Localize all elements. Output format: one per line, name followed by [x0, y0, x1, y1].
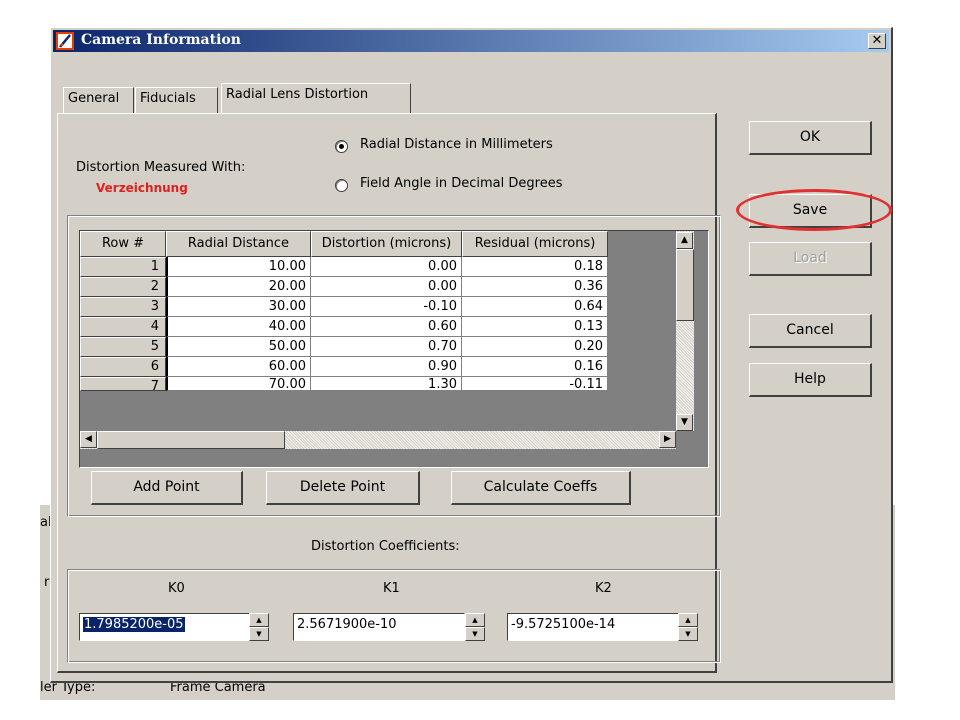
k2-input[interactable]: -9.5725100e-14 — [507, 613, 679, 641]
radio-millimeters-label[interactable]: Radial Distance in Millimeters — [360, 137, 553, 152]
k0-label: K0 — [168, 581, 185, 596]
cell-radial-distance[interactable]: 70.00 — [166, 377, 311, 391]
delete-point-button[interactable]: Delete Point — [266, 471, 420, 505]
radio-millimeters[interactable] — [335, 140, 348, 153]
ok-button[interactable]: OK — [749, 121, 872, 155]
k0-spin-up-button[interactable]: ▲ — [249, 613, 269, 627]
tab-fiducials[interactable]: Fiducials — [135, 87, 218, 113]
cell-radial-distance[interactable]: 10.00 — [166, 257, 311, 277]
k1-value[interactable]: 2.5671900e-10 — [297, 617, 397, 632]
cell-residual[interactable]: 0.16 — [462, 357, 608, 377]
distortion-table: Row # Radial Distance Distortion (micron… — [79, 230, 709, 468]
radio-degrees-label[interactable]: Field Angle in Decimal Degrees — [360, 176, 562, 191]
horizontal-scroll-thumb[interactable] — [97, 431, 285, 449]
vertical-scroll-thumb[interactable] — [676, 249, 694, 321]
k0-spin-down-button[interactable]: ▼ — [249, 627, 269, 641]
cell-distortion[interactable]: 0.00 — [311, 257, 462, 277]
row-header[interactable]: 1 — [80, 257, 166, 277]
k2-value[interactable]: -9.5725100e-14 — [511, 617, 615, 632]
camera-information-dialog: Camera Information ✕ General Fiducials R… — [50, 27, 893, 683]
cell-residual[interactable]: 0.20 — [462, 337, 608, 357]
scroll-left-button[interactable]: ◀ — [80, 431, 97, 448]
column-header-row-number[interactable]: Row # — [80, 231, 166, 257]
cell-distortion[interactable]: 0.00 — [311, 277, 462, 297]
cell-residual[interactable]: -0.11 — [462, 377, 608, 391]
k2-spinner[interactable]: ▲ ▼ — [678, 613, 698, 641]
cell-radial-distance[interactable]: 50.00 — [166, 337, 311, 357]
tab-general[interactable]: General — [63, 87, 134, 113]
save-highlight-circle — [736, 189, 892, 231]
cancel-button[interactable]: Cancel — [749, 314, 872, 348]
column-header-radial-distance[interactable]: Radial Distance — [166, 231, 311, 257]
k1-spin-down-button[interactable]: ▼ — [465, 627, 485, 641]
cell-radial-distance[interactable]: 60.00 — [166, 357, 311, 377]
title-bar[interactable]: Camera Information ✕ — [53, 30, 889, 52]
k2-spin-down-button[interactable]: ▼ — [678, 627, 698, 641]
row-header[interactable]: 6 — [80, 357, 166, 377]
help-button[interactable]: Help — [749, 363, 872, 397]
k1-input[interactable]: 2.5671900e-10 — [293, 613, 465, 641]
distortion-measured-label: Distortion Measured With: — [76, 160, 246, 175]
add-point-button[interactable]: Add Point — [91, 471, 243, 505]
dialog-title: Camera Information — [81, 32, 241, 48]
k2-label: K2 — [595, 581, 612, 596]
k1-spin-up-button[interactable]: ▲ — [465, 613, 485, 627]
cell-residual[interactable]: 0.13 — [462, 317, 608, 337]
verzeichnung-annotation: Verzeichnung — [96, 181, 188, 195]
cell-residual[interactable]: 0.64 — [462, 297, 608, 317]
load-button[interactable]: Load — [749, 242, 872, 276]
row-header[interactable]: 5 — [80, 337, 166, 357]
k1-label: K1 — [383, 581, 400, 596]
distortion-coefficients-label: Distortion Coefficients: — [311, 539, 460, 554]
row-header[interactable]: 7 — [80, 377, 166, 391]
scroll-up-button[interactable]: ▲ — [676, 232, 693, 249]
row-header[interactable]: 4 — [80, 317, 166, 337]
cell-radial-distance[interactable]: 40.00 — [166, 317, 311, 337]
cell-radial-distance[interactable]: 30.00 — [166, 297, 311, 317]
cell-distortion[interactable]: 0.70 — [311, 337, 462, 357]
row-header[interactable]: 3 — [80, 297, 166, 317]
k0-input[interactable]: 1.7985200e-05 — [79, 613, 253, 641]
cell-residual[interactable]: 0.18 — [462, 257, 608, 277]
k0-value[interactable]: 1.7985200e-05 — [83, 617, 185, 632]
column-header-residual[interactable]: Residual (microns) — [462, 231, 608, 257]
scroll-right-button[interactable]: ▶ — [659, 431, 676, 448]
k2-spin-up-button[interactable]: ▲ — [678, 613, 698, 627]
cell-distortion[interactable]: -0.10 — [311, 297, 462, 317]
k1-spinner[interactable]: ▲ ▼ — [465, 613, 485, 641]
cell-residual[interactable]: 0.36 — [462, 277, 608, 297]
app-icon — [56, 32, 74, 50]
column-header-distortion[interactable]: Distortion (microns) — [311, 231, 462, 257]
background-fragment: r — [44, 575, 50, 590]
cell-distortion[interactable]: 0.60 — [311, 317, 462, 337]
close-button[interactable]: ✕ — [868, 33, 886, 49]
row-header[interactable]: 2 — [80, 277, 166, 297]
cell-distortion[interactable]: 0.90 — [311, 357, 462, 377]
calculate-coeffs-button[interactable]: Calculate Coeffs — [451, 471, 631, 505]
radio-degrees[interactable] — [335, 179, 348, 192]
tab-radial-lens-distortion[interactable]: Radial Lens Distortion — [221, 83, 411, 113]
scroll-down-button[interactable]: ▼ — [676, 414, 693, 431]
k0-spinner[interactable]: ▲ ▼ — [249, 613, 269, 641]
cell-distortion[interactable]: 1.30 — [311, 377, 462, 391]
cell-radial-distance[interactable]: 20.00 — [166, 277, 311, 297]
